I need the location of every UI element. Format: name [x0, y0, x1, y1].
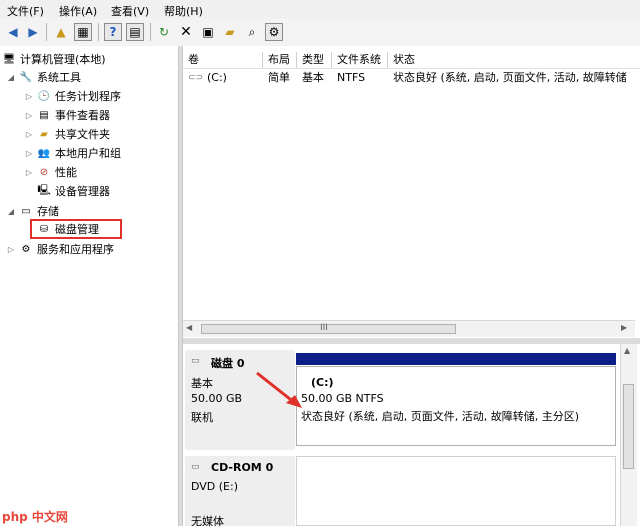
help-icon[interactable]: ?	[104, 23, 122, 41]
console-icon[interactable]: ▤	[126, 23, 144, 41]
toolbar: ◀ ▶ ▲ ▦ ? ▤ ↻ ✕ ▣ ▰ ⌕ ⚙	[0, 18, 640, 47]
tree-item-storage[interactable]: ◢ ▭ 存储	[6, 202, 59, 220]
vertical-scrollbar[interactable]: ▲	[620, 344, 637, 526]
tree-item-label: 设备管理器	[55, 185, 110, 198]
table-row[interactable]: ⊂⊃ (C:) 简单 基本 NTFS 状态良好 (系统, 启动, 页面文件, 活…	[183, 70, 640, 86]
disk-0-size: 50.00 GB	[191, 392, 243, 405]
column-header-type[interactable]: 类型	[297, 52, 332, 68]
forward-icon[interactable]: ▶	[24, 23, 42, 41]
tree-item-label: 本地用户和组	[55, 147, 121, 160]
volume-table-header: 卷 布局 类型 文件系统 状态	[183, 52, 640, 69]
drive-icon: ⊂⊃	[188, 73, 204, 83]
tools-icon: 🔧	[19, 71, 33, 83]
navigation-tree: 🖥 计算机管理(本地) ◢ 🔧 系统工具 ▷ 🕒 任务计划程序 ▷ ▤ 事件查看…	[0, 46, 178, 526]
tree-item-shared-folders[interactable]: ▷ ▰ 共享文件夹	[24, 125, 110, 143]
tree-item-performance[interactable]: ▷ ⊘ 性能	[24, 163, 77, 181]
menu-help[interactable]: 帮助(H)	[164, 3, 203, 19]
thumb-grip-label: III	[320, 323, 328, 333]
collapsed-arrow-icon[interactable]: ▷	[24, 149, 34, 158]
up-folder-icon[interactable]: ▲	[52, 23, 70, 41]
menu-bar: 文件(F) 操作(A) 查看(V) 帮助(H)	[0, 0, 640, 18]
tree-item-label: 事件查看器	[55, 109, 110, 122]
collapsed-arrow-icon[interactable]: ▷	[24, 92, 34, 101]
expanded-arrow-icon[interactable]: ◢	[6, 73, 16, 82]
storage-icon: ▭	[21, 205, 31, 217]
disk-icon: ▭	[191, 356, 200, 366]
tree-item-services-apps[interactable]: ▷ ⚙ 服务和应用程序	[6, 240, 114, 258]
cdrom-label[interactable]: ▭ CD-ROM 0 DVD (E:) 无媒体	[185, 456, 295, 528]
delete-icon[interactable]: ✕	[177, 23, 195, 41]
status-cell: 状态良好 (系统, 启动, 页面文件, 活动, 故障转储	[393, 71, 627, 84]
tree-item-system-tools[interactable]: ◢ 🔧 系统工具	[6, 68, 81, 86]
toolbar-separator	[46, 23, 47, 41]
column-header-status[interactable]: 状态	[388, 52, 640, 68]
tree-item-label: 共享文件夹	[55, 128, 110, 141]
column-header-filesystem[interactable]: 文件系统	[332, 52, 388, 68]
scroll-right-icon[interactable]: ▶	[621, 323, 627, 332]
menu-action[interactable]: 操作(A)	[59, 3, 97, 19]
cdrom-drive: DVD (E:)	[191, 480, 239, 493]
tree-item-label: 服务和应用程序	[37, 243, 114, 256]
cdrom-name: CD-ROM 0	[211, 461, 274, 474]
tree-item-device-manager[interactable]: 🖳 设备管理器	[37, 182, 110, 200]
horizontal-scroll-thumb[interactable]: III	[201, 323, 456, 334]
tree-item-local-users[interactable]: ▷ 👥 本地用户和组	[24, 144, 121, 162]
main-pane: 卷 布局 类型 文件系统 状态 ⊂⊃ (C:) 简单 基本 NTFS 状态良好 …	[183, 46, 640, 528]
open-icon[interactable]: ▰	[221, 23, 239, 41]
menu-view[interactable]: 查看(V)	[111, 3, 149, 19]
scroll-up-icon[interactable]: ▲	[624, 346, 630, 355]
highlight-box	[30, 219, 122, 239]
tree-item-label: 性能	[55, 166, 77, 179]
collapsed-arrow-icon[interactable]: ▷	[24, 168, 34, 177]
collapsed-arrow-icon[interactable]: ▷	[6, 245, 16, 254]
shared-folder-icon: ▰	[40, 128, 48, 140]
watermark-logo: php 中文网	[2, 510, 68, 524]
performance-icon: ⊘	[39, 166, 49, 178]
column-header-volume[interactable]: 卷	[183, 52, 263, 68]
search-icon[interactable]: ⌕	[243, 23, 261, 41]
vertical-scroll-thumb[interactable]	[623, 384, 634, 469]
volume-cell: (C:)	[207, 71, 227, 84]
toolbar-separator	[98, 23, 99, 41]
collapsed-arrow-icon[interactable]: ▷	[24, 111, 34, 120]
horizontal-scrollbar[interactable]: ◀ III ▶	[183, 320, 635, 337]
menu-file[interactable]: 文件(F)	[7, 3, 44, 19]
partition-c[interactable]: (C:) 50.00 GB NTFS 状态良好 (系统, 启动, 页面文件, 活…	[296, 366, 616, 446]
event-log-icon: ▤	[39, 109, 49, 121]
partition-header-bar	[296, 353, 616, 365]
back-icon[interactable]: ◀	[4, 23, 22, 41]
show-tree-icon[interactable]: ▦	[74, 23, 92, 41]
tree-item-label: 计算机管理(本地)	[20, 53, 106, 66]
refresh-icon[interactable]: ↻	[155, 23, 173, 41]
cdrom-area[interactable]	[296, 456, 616, 526]
collapsed-arrow-icon[interactable]: ▷	[24, 130, 34, 139]
disk-0-type: 基本	[191, 377, 213, 390]
partition-status: 状态良好 (系统, 启动, 页面文件, 活动, 故障转储, 主分区)	[301, 410, 580, 423]
computer-management-icon: 🖥	[2, 53, 16, 65]
cdrom-media: 无媒体	[191, 515, 224, 528]
layout-cell: 简单	[268, 71, 290, 84]
type-cell: 基本	[302, 71, 324, 84]
scroll-left-icon[interactable]: ◀	[186, 323, 192, 332]
tree-item-label: 系统工具	[37, 71, 81, 84]
properties-icon[interactable]: ▣	[199, 23, 217, 41]
disk-0-status: 联机	[191, 411, 213, 424]
toolbar-separator	[150, 23, 151, 41]
clock-icon: 🕒	[37, 90, 51, 102]
services-icon: ⚙	[21, 243, 31, 255]
tree-item-label: 任务计划程序	[55, 90, 121, 103]
tree-item-root[interactable]: 🖥 计算机管理(本地)	[2, 50, 106, 68]
device-manager-icon: 🖳	[37, 184, 51, 196]
filesystem-cell: NTFS	[337, 71, 366, 84]
expanded-arrow-icon[interactable]: ◢	[6, 207, 16, 216]
tree-item-event-viewer[interactable]: ▷ ▤ 事件查看器	[24, 106, 110, 124]
users-icon: 👥	[37, 147, 51, 159]
column-header-layout[interactable]: 布局	[263, 52, 297, 68]
cdrom-icon: ▭	[191, 462, 200, 472]
tree-item-label: 存储	[37, 205, 59, 218]
annotation-arrow-icon	[256, 371, 302, 408]
settings-icon[interactable]: ⚙	[265, 23, 283, 41]
pane-divider[interactable]	[183, 338, 640, 344]
tree-item-task-scheduler[interactable]: ▷ 🕒 任务计划程序	[24, 87, 121, 105]
